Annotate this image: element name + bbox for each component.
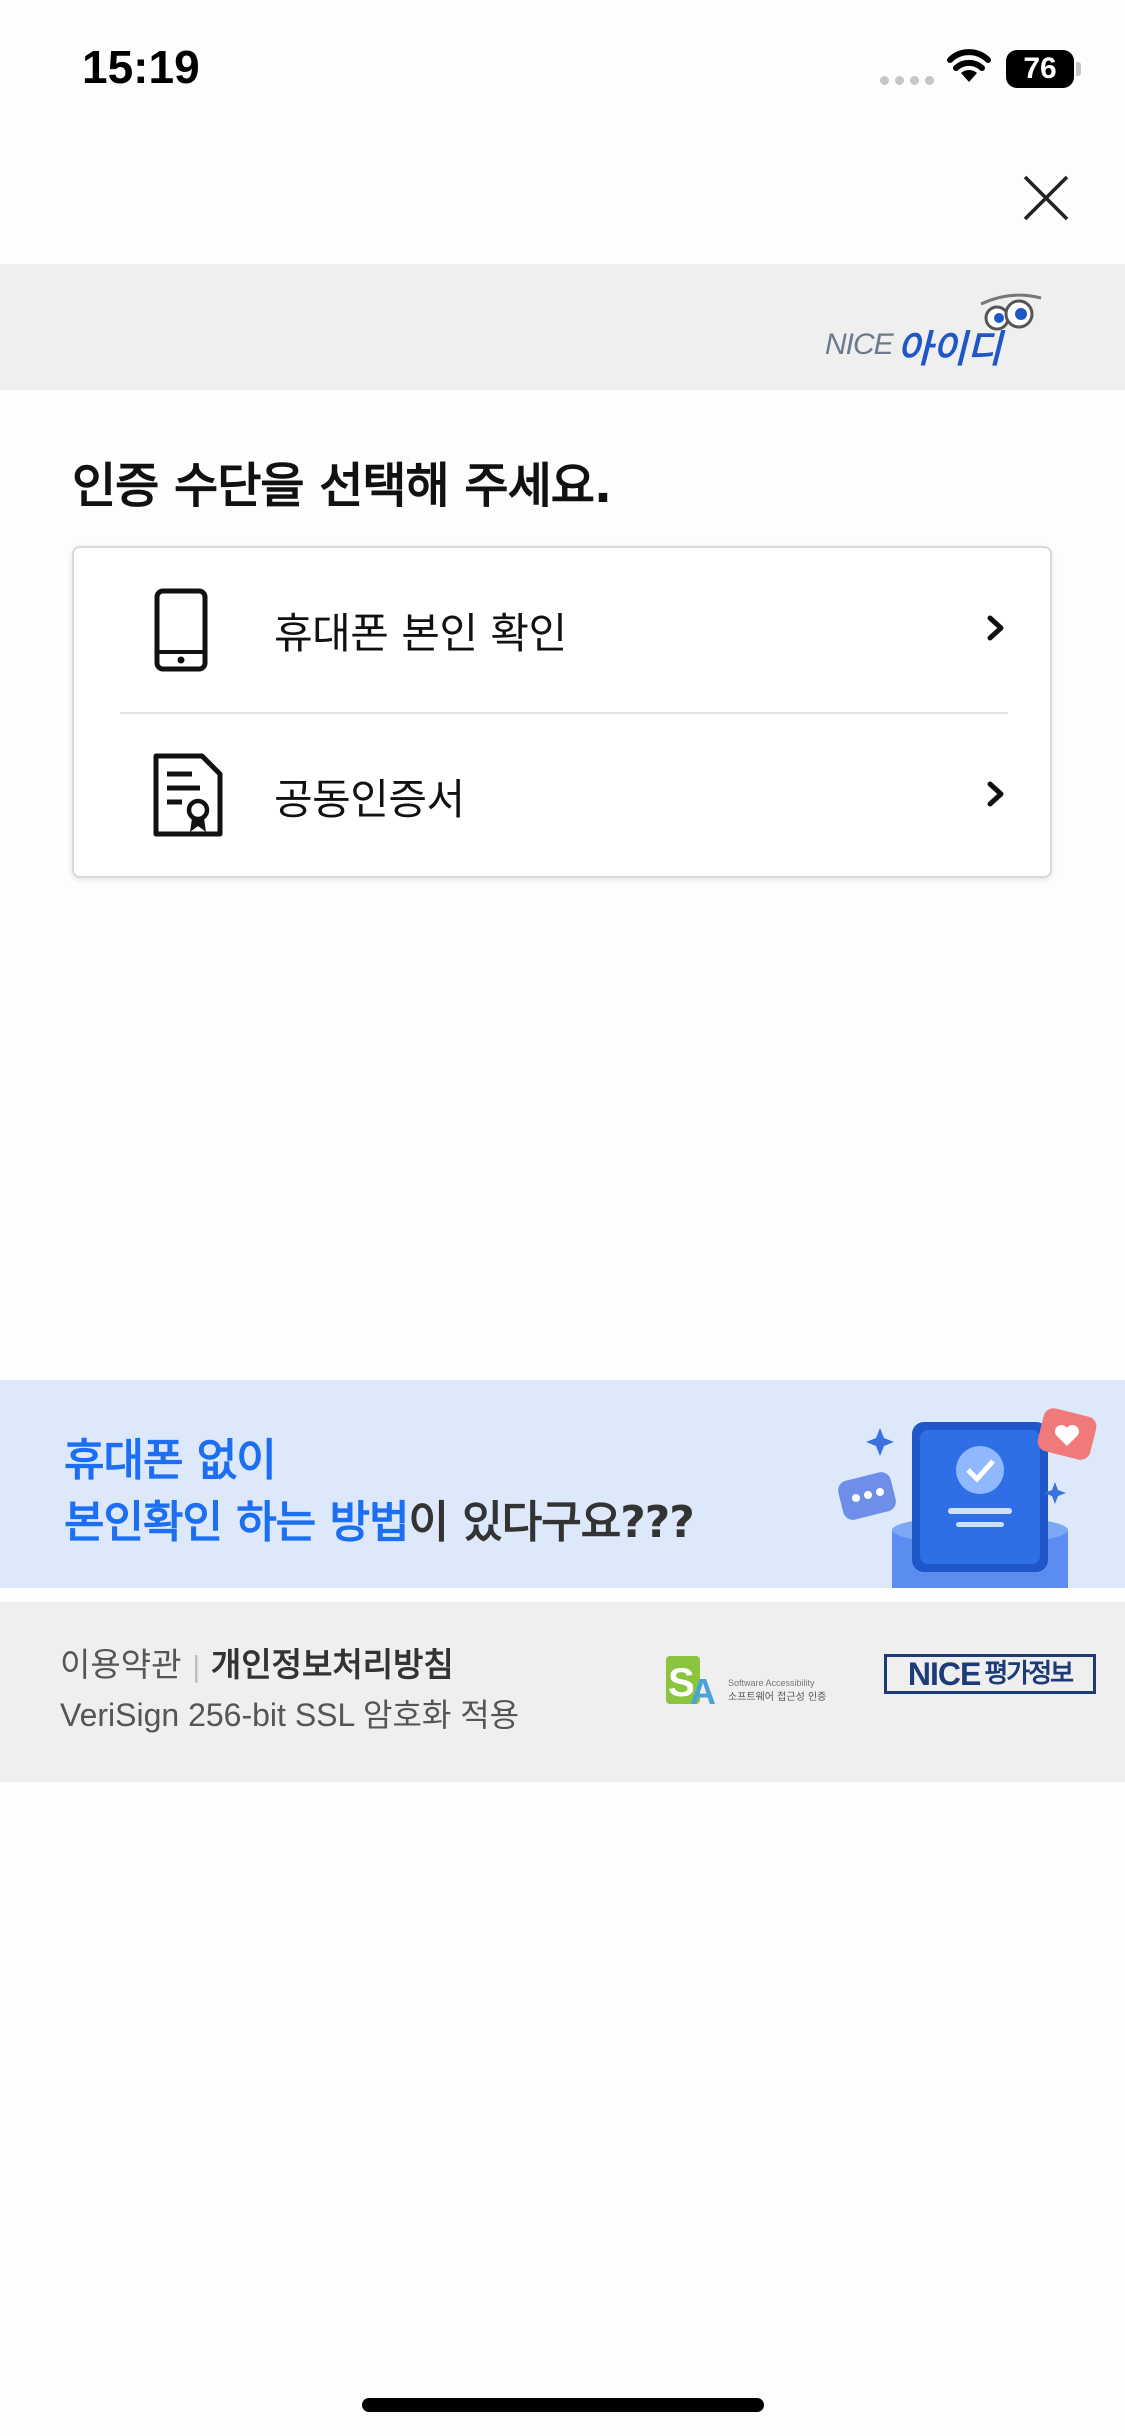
wifi-icon (947, 49, 991, 82)
method-phone-label: 휴대폰 본인 확인 (274, 609, 567, 658)
auth-method-list: 휴대폰 본인 확인 공동인증서 (72, 546, 1052, 878)
sa-badge-line1: Software Accessibility (728, 1678, 815, 1688)
footer-links: 이용약관 | 개인정보처리방침 (60, 1638, 454, 1686)
method-phone-verification[interactable]: 휴대폰 본인 확인 (74, 548, 1050, 712)
logo-nice-text: NICE (825, 328, 894, 361)
promo-line1: 휴대폰 없이 (64, 1435, 277, 1486)
privacy-policy-link[interactable]: 개인정보처리방침 (211, 1645, 454, 1684)
battery-cap (1076, 62, 1081, 76)
method-certificate-label: 공동인증서 (274, 775, 465, 824)
svg-text:A: A (690, 1671, 716, 1712)
software-accessibility-badge: S A Software Accessibility 소프트웨어 접근성 인증 (666, 1656, 826, 1712)
promo-rest: 이 있다구요??? (408, 1497, 694, 1548)
close-button[interactable] (1020, 172, 1072, 224)
promo-phone-illustration (838, 1408, 1097, 1588)
terms-link[interactable]: 이용약관 (60, 1645, 181, 1684)
link-separator: | (191, 1650, 201, 1683)
nice-id-logo: NICE 아이디 (825, 290, 1065, 371)
phone-icon (154, 588, 208, 672)
chevron-right-icon (987, 615, 1004, 641)
footer: 이용약관 | 개인정보처리방침 VeriSign 256-bit SSL 암호화 적… (0, 1602, 1125, 1782)
promo-banner[interactable]: 휴대폰 없이 본인확인 하는 방법이 있다구요??? (0, 1380, 1125, 1588)
cellular-signal-icon (880, 76, 934, 85)
chevron-right-icon (987, 781, 1004, 807)
sa-badge-line2: 소프트웨어 접근성 인증 (728, 1691, 826, 1703)
promo-highlight: 본인확인 하는 방법 (64, 1497, 409, 1548)
certificate-icon (153, 753, 223, 837)
method-joint-certificate[interactable]: 공동인증서 (74, 714, 1050, 878)
close-icon (1023, 175, 1069, 221)
nice-rating-logo: NICE 평가정보 (884, 1654, 1096, 1694)
brand-header: NICE 아이디 (0, 264, 1125, 390)
status-bar: 15:19 76 (0, 0, 1125, 140)
nice-badge-en: NICE (907, 1656, 981, 1692)
page-title: 인증 수단을 선택해 주세요. (72, 458, 612, 514)
owl-eyes-icon (980, 293, 1042, 331)
nice-badge-ko: 평가정보 (984, 1659, 1074, 1689)
battery-indicator: 76 (1006, 50, 1074, 88)
ssl-notice: VeriSign 256-bit SSL 암호화 적용 (60, 1697, 520, 1733)
home-indicator[interactable] (362, 2398, 764, 2412)
status-time: 15:19 (82, 41, 200, 93)
promo-line2: 본인확인 하는 방법이 있다구요??? (64, 1486, 695, 1550)
